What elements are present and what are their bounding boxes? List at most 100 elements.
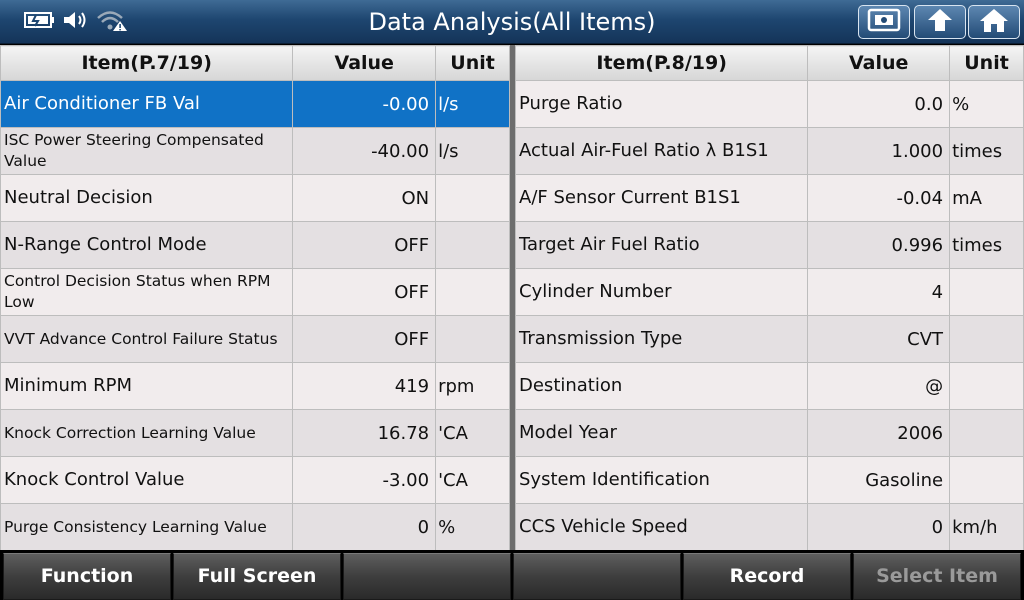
item-name: A/F Sensor Current B1S1 bbox=[514, 174, 809, 222]
right-data-table: Item(P.8/19) Value Unit Purge Ratio 0.0 … bbox=[514, 45, 1024, 551]
left-value-header[interactable]: Value bbox=[292, 45, 437, 81]
empty-button-2[interactable] bbox=[513, 553, 681, 600]
table-row[interactable]: Air Conditioner FB Val -0.00 l/s bbox=[0, 80, 510, 128]
item-value: 4 bbox=[807, 268, 951, 316]
select-item-button[interactable]: Select Item bbox=[853, 553, 1021, 600]
function-button[interactable]: Function bbox=[3, 553, 171, 600]
bottom-toolbar: Function Full Screen Record Select Item bbox=[0, 550, 1024, 600]
item-name: ISC Power Steering Compensated Value bbox=[0, 127, 294, 175]
back-button[interactable] bbox=[914, 5, 966, 39]
table-row[interactable]: CCS Vehicle Speed 0 km/h bbox=[514, 503, 1024, 551]
item-name: Minimum RPM bbox=[0, 362, 294, 410]
table-row[interactable]: Purge Ratio 0.0 % bbox=[514, 80, 1024, 128]
table-row[interactable]: Neutral Decision ON bbox=[0, 174, 510, 222]
item-unit bbox=[435, 174, 510, 222]
item-value: -3.00 bbox=[292, 456, 437, 504]
item-value: 0 bbox=[807, 503, 951, 551]
item-name: Knock Control Value bbox=[0, 456, 294, 504]
item-value: 2006 bbox=[807, 409, 951, 457]
table-row[interactable]: Actual Air-Fuel Ratio λ B1S1 1.000 times bbox=[514, 127, 1024, 175]
item-name: Destination bbox=[514, 362, 809, 410]
item-unit bbox=[949, 409, 1024, 457]
item-name: Purge Ratio bbox=[514, 80, 809, 128]
table-row[interactable]: A/F Sensor Current B1S1 -0.04 mA bbox=[514, 174, 1024, 222]
item-name: System Identification bbox=[514, 456, 809, 504]
right-table-header: Item(P.8/19) Value Unit bbox=[514, 45, 1024, 81]
item-value: @ bbox=[807, 362, 951, 410]
item-unit bbox=[949, 456, 1024, 504]
left-unit-header[interactable]: Unit bbox=[435, 45, 510, 81]
item-value: 1.000 bbox=[807, 127, 951, 175]
right-table: Item(P.8/19) Value Unit Purge Ratio 0.0 … bbox=[514, 45, 1024, 551]
item-name: Neutral Decision bbox=[0, 174, 294, 222]
table-row[interactable]: N-Range Control Mode OFF bbox=[0, 221, 510, 269]
table-row[interactable]: VVT Advance Control Failure Status OFF bbox=[0, 315, 510, 363]
item-name: Cylinder Number bbox=[514, 268, 809, 316]
item-value: 0 bbox=[292, 503, 437, 551]
item-value: 0.0 bbox=[807, 80, 951, 128]
item-name: Model Year bbox=[514, 409, 809, 457]
record-button[interactable]: Record bbox=[683, 553, 851, 600]
item-value: Gasoline bbox=[807, 456, 951, 504]
table-row[interactable]: Minimum RPM 419 rpm bbox=[0, 362, 510, 410]
screenshot-button[interactable] bbox=[858, 5, 910, 39]
left-table-header: Item(P.7/19) Value Unit bbox=[0, 45, 510, 81]
home-icon bbox=[978, 7, 1010, 37]
item-unit: % bbox=[435, 503, 510, 551]
full-screen-button[interactable]: Full Screen bbox=[173, 553, 341, 600]
screenshot-icon bbox=[867, 8, 901, 36]
table-row[interactable]: Model Year 2006 bbox=[514, 409, 1024, 457]
table-row[interactable]: ISC Power Steering Compensated Value -40… bbox=[0, 127, 510, 175]
item-unit: % bbox=[949, 80, 1024, 128]
item-unit bbox=[949, 315, 1024, 363]
item-unit: l/s bbox=[435, 127, 510, 175]
item-unit: l/s bbox=[435, 80, 510, 128]
table-row[interactable]: Target Air Fuel Ratio 0.996 times bbox=[514, 221, 1024, 269]
title-bar: Data Analysis(All Items) bbox=[0, 0, 1024, 44]
table-row[interactable]: System Identification Gasoline bbox=[514, 456, 1024, 504]
item-name: Actual Air-Fuel Ratio λ B1S1 bbox=[514, 127, 809, 175]
item-unit bbox=[435, 268, 510, 316]
item-value: OFF bbox=[292, 221, 437, 269]
item-unit: times bbox=[949, 127, 1024, 175]
item-unit: 'CA bbox=[435, 409, 510, 457]
item-name: Knock Correction Learning Value bbox=[0, 409, 294, 457]
item-unit: rpm bbox=[435, 362, 510, 410]
item-unit: times bbox=[949, 221, 1024, 269]
item-name: Air Conditioner FB Val bbox=[0, 80, 294, 128]
item-name: Target Air Fuel Ratio bbox=[514, 221, 809, 269]
item-unit bbox=[435, 221, 510, 269]
table-row[interactable]: Knock Correction Learning Value 16.78 'C… bbox=[0, 409, 510, 457]
item-value: -40.00 bbox=[292, 127, 437, 175]
item-name: Control Decision Status when RPM Low bbox=[0, 268, 294, 316]
right-value-header[interactable]: Value bbox=[807, 45, 951, 81]
right-unit-header[interactable]: Unit bbox=[949, 45, 1024, 81]
item-unit: 'CA bbox=[435, 456, 510, 504]
item-name: Transmission Type bbox=[514, 315, 809, 363]
item-unit bbox=[435, 315, 510, 363]
item-unit bbox=[949, 362, 1024, 410]
left-item-header[interactable]: Item(P.7/19) bbox=[0, 45, 294, 81]
item-name: VVT Advance Control Failure Status bbox=[0, 315, 294, 363]
item-value: 16.78 bbox=[292, 409, 437, 457]
item-name: CCS Vehicle Speed bbox=[514, 503, 809, 551]
left-data-table: Item(P.7/19) Value Unit Air Conditioner … bbox=[0, 45, 510, 551]
empty-button-1[interactable] bbox=[343, 553, 511, 600]
table-row[interactable]: Control Decision Status when RPM Low OFF bbox=[0, 268, 510, 316]
item-name: Purge Consistency Learning Value bbox=[0, 503, 294, 551]
item-value: 0.996 bbox=[807, 221, 951, 269]
item-unit: mA bbox=[949, 174, 1024, 222]
right-item-header[interactable]: Item(P.8/19) bbox=[514, 45, 809, 81]
table-row[interactable]: Transmission Type CVT bbox=[514, 315, 1024, 363]
item-name: N-Range Control Mode bbox=[0, 221, 294, 269]
table-row[interactable]: Knock Control Value -3.00 'CA bbox=[0, 456, 510, 504]
item-unit bbox=[949, 268, 1024, 316]
item-value: -0.00 bbox=[292, 80, 437, 128]
table-row[interactable]: Destination @ bbox=[514, 362, 1024, 410]
table-row[interactable]: Purge Consistency Learning Value 0 % bbox=[0, 503, 510, 551]
home-button[interactable] bbox=[968, 5, 1020, 39]
table-row[interactable]: Cylinder Number 4 bbox=[514, 268, 1024, 316]
back-icon bbox=[924, 7, 956, 37]
item-value: 419 bbox=[292, 362, 437, 410]
item-value: OFF bbox=[292, 268, 437, 316]
